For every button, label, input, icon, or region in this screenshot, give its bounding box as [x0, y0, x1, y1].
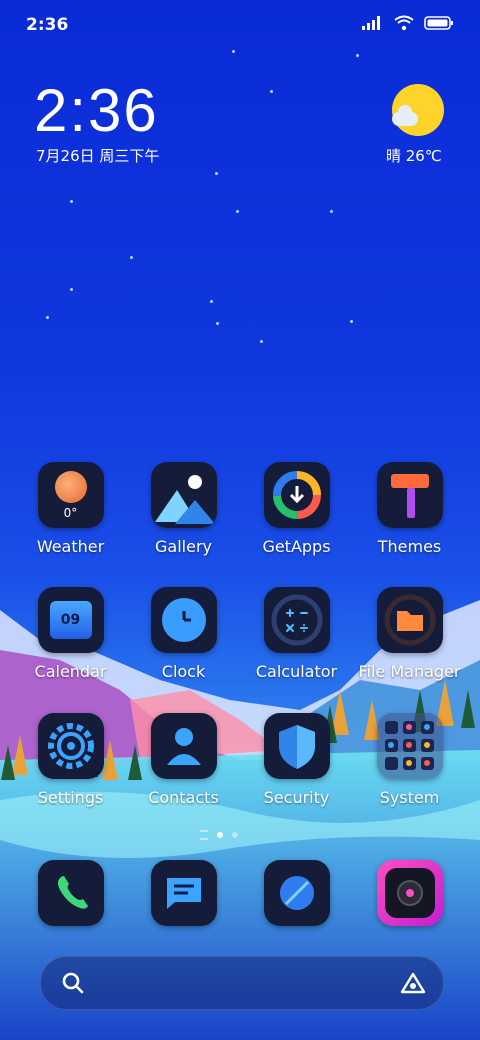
status-bar: 2:36: [0, 0, 480, 48]
app-gallery[interactable]: Gallery: [127, 462, 240, 556]
app-label: Security: [263, 788, 330, 807]
app-calendar[interactable]: 09 Calendar: [14, 587, 127, 681]
app-contacts[interactable]: Contacts: [127, 713, 240, 807]
dock-messages[interactable]: [127, 860, 240, 926]
folder-system[interactable]: System: [353, 713, 466, 807]
app-themes[interactable]: Themes: [353, 462, 466, 556]
app-weather[interactable]: 0° Weather: [14, 462, 127, 556]
status-icons: [362, 15, 454, 31]
app-label: Gallery: [155, 537, 212, 556]
cloud-icon: [392, 105, 418, 126]
app-label: Calculator: [255, 662, 338, 681]
app-calculator[interactable]: Calculator: [240, 587, 353, 681]
themes-icon: [376, 462, 443, 528]
calculator-icon: [263, 587, 330, 653]
app-label: GetApps: [262, 537, 331, 556]
app-label: Clock: [161, 662, 206, 681]
page-dot-current: [217, 832, 223, 838]
app-label: Settings: [37, 788, 104, 807]
settings-icon: [37, 713, 104, 779]
gallery-icon: [150, 462, 217, 528]
app-getapps[interactable]: GetApps: [240, 462, 353, 556]
page-dot: [232, 832, 238, 838]
security-icon: [263, 713, 330, 779]
clock-widget-date: 7月26日 周三下午: [36, 147, 160, 165]
weather-icon: 0°: [37, 462, 104, 528]
camera-icon: [376, 860, 443, 926]
browser-icon: [263, 860, 330, 926]
calendar-date-badge: 09: [49, 601, 92, 639]
dock-camera[interactable]: [353, 860, 466, 926]
search-bar[interactable]: [40, 956, 444, 1010]
weather-temp-badge: 0°: [63, 506, 78, 520]
app-file-manager[interactable]: File Manager: [353, 587, 466, 681]
clock-icon: [150, 587, 217, 653]
file-manager-icon: [376, 587, 443, 653]
status-time: 2:36: [26, 15, 69, 35]
calendar-icon: 09: [37, 587, 104, 653]
app-label: Calendar: [34, 662, 107, 681]
app-security[interactable]: Security: [240, 713, 353, 807]
wifi-icon: [394, 15, 414, 31]
clock-widget-time[interactable]: 2:36: [34, 76, 159, 145]
folder-icon: [376, 713, 443, 779]
app-clock[interactable]: Clock: [127, 587, 240, 681]
feed-indicator-icon: [200, 830, 208, 840]
search-icon: [62, 972, 84, 994]
page-indicator: [200, 830, 238, 840]
getapps-icon: [263, 462, 330, 528]
phone-icon: [37, 860, 104, 926]
signal-icon: [362, 16, 380, 30]
assistant-icon[interactable]: [399, 971, 427, 995]
dock-browser[interactable]: [240, 860, 353, 926]
app-settings[interactable]: Settings: [14, 713, 127, 807]
app-label: Contacts: [148, 788, 219, 807]
app-label: Themes: [377, 537, 442, 556]
weather-widget-text: 晴 26℃: [386, 147, 442, 165]
dock-phone[interactable]: [14, 860, 127, 926]
contacts-icon: [150, 713, 217, 779]
messages-icon: [150, 860, 217, 926]
app-label: Weather: [36, 537, 105, 556]
battery-icon: [424, 16, 453, 30]
app-label: System: [379, 788, 440, 807]
app-label: File Manager: [358, 662, 461, 681]
